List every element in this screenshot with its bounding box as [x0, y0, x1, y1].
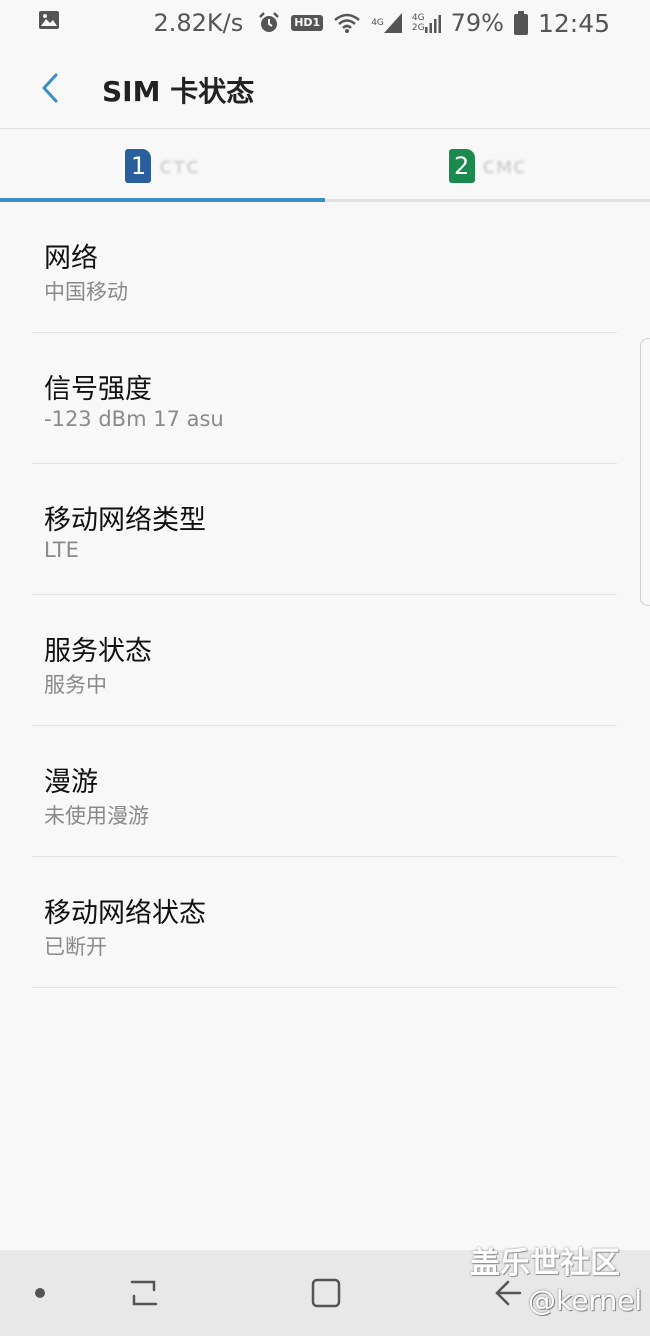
- sim-tabs: 1 ᴄᴛᴄ 2 ᴄᴍᴄ: [0, 130, 650, 202]
- network-speed: 2.82K/s: [153, 9, 244, 37]
- item-title: 漫游: [44, 767, 98, 798]
- item-value: -123 dBm 17 asu: [44, 407, 224, 431]
- battery-icon: [513, 11, 528, 35]
- dot-icon: [35, 1288, 45, 1298]
- back-button[interactable]: [30, 66, 70, 110]
- list-item-data-state: 移动网络状态 已断开: [0, 857, 650, 988]
- page-title: SIM 卡状态: [102, 75, 255, 108]
- gallery-notification-icon: [38, 10, 60, 34]
- sim1-carrier-label: ᴄᴛᴄ: [159, 153, 200, 179]
- back-arrow-icon: [42, 73, 58, 103]
- list-item-network-type: 移动网络类型 LTE: [0, 464, 650, 595]
- network-type-sim2-top: 4G: [411, 13, 425, 23]
- sim2-carrier-label: ᴄᴍᴄ: [482, 153, 527, 179]
- item-value: LTE: [44, 538, 79, 562]
- tab-sim2[interactable]: 2 ᴄᴍᴄ: [325, 130, 650, 202]
- home-icon: [311, 1278, 341, 1308]
- scrollbar-handle[interactable]: [640, 338, 650, 606]
- divider: [32, 987, 617, 988]
- list-item-service-state: 服务状态 服务中: [0, 595, 650, 726]
- network-type-sim1: 4G: [371, 18, 384, 28]
- item-value: 已断开: [44, 935, 107, 959]
- list-item-network: 网络 中国移动: [0, 202, 650, 333]
- alarm-icon: [257, 11, 281, 35]
- tab-sim1[interactable]: 1 ᴄᴛᴄ: [0, 130, 325, 202]
- watermark-author: @kernel: [528, 1284, 643, 1317]
- battery-percent: 79%: [450, 9, 504, 37]
- sim-status-list: 网络 中国移动 信号强度 -123 dBm 17 asu 移动网络类型 LTE …: [0, 202, 650, 988]
- item-value: 服务中: [44, 673, 107, 697]
- list-item-roaming: 漫游 未使用漫游: [0, 726, 650, 857]
- clock: 12:45: [537, 8, 610, 38]
- sim1-badge-icon: 1: [125, 149, 152, 183]
- item-value: 中国移动: [44, 280, 128, 304]
- item-title: 信号强度: [44, 374, 152, 405]
- app-bar: SIM 卡状态: [0, 46, 650, 130]
- signal-sim2-icon: 4G 2G: [412, 13, 441, 33]
- item-value: 未使用漫游: [44, 804, 149, 828]
- hd-voice-icon: HD1: [291, 15, 324, 31]
- home-button[interactable]: [296, 1250, 356, 1336]
- wifi-icon: [333, 12, 361, 34]
- sim2-badge-icon: 2: [448, 149, 475, 183]
- item-title: 移动网络状态: [44, 898, 206, 929]
- header-divider: [0, 128, 650, 129]
- recent-apps-button[interactable]: [114, 1250, 174, 1336]
- signal-sim1-icon: 4G: [371, 13, 402, 33]
- status-bar: 2.82K/s HD1 4G 4G 2G 79% 12:45: [0, 0, 650, 46]
- watermark-title: 盖乐世社区: [470, 1246, 620, 1281]
- list-item-signal-strength: 信号强度 -123 dBm 17 asu: [0, 333, 650, 464]
- network-type-sim2-bottom: 2G: [411, 23, 425, 33]
- item-title: 网络: [44, 243, 98, 274]
- recent-apps-icon: [130, 1280, 158, 1306]
- item-title: 移动网络类型: [44, 505, 206, 536]
- nav-dot-button[interactable]: [20, 1250, 60, 1336]
- item-title: 服务状态: [44, 636, 152, 667]
